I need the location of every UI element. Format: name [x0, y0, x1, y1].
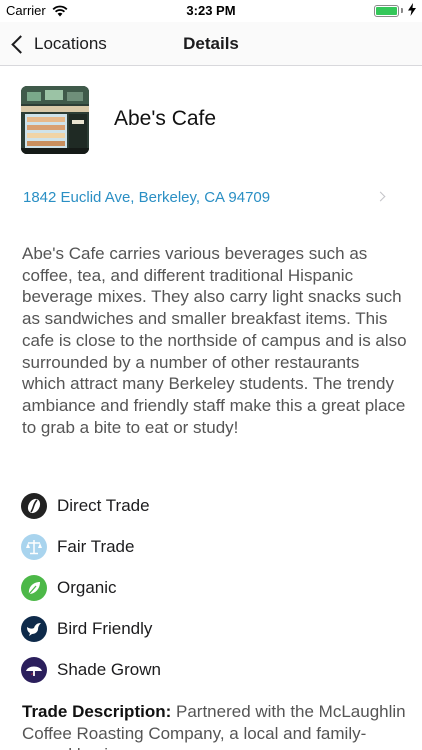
battery-icon: [374, 5, 399, 17]
chevron-right-icon: [375, 191, 386, 202]
certification-bird-friendly: Bird Friendly: [21, 608, 401, 649]
status-time: 3:23 PM: [186, 3, 236, 18]
certification-fair-trade: Fair Trade: [21, 526, 401, 567]
navigation-bar: Locations Details: [0, 22, 422, 66]
leaf-icon: [21, 574, 47, 601]
cafe-description: Abe's Cafe carries various beverages suc…: [22, 244, 407, 437]
certification-label: Organic: [57, 577, 117, 597]
cafe-name: Abe's Cafe: [114, 107, 217, 130]
cafe-photo: [21, 86, 89, 154]
certification-direct-trade: Direct Trade: [21, 485, 401, 526]
certification-list: Direct Trade Fair Trade Organic Bird Fri…: [21, 485, 401, 690]
address-link[interactable]: 1842 Euclid Ave, Berkeley, CA 94709: [23, 189, 270, 206]
certification-label: Fair Trade: [57, 536, 135, 556]
trade-description: Trade Description: Partnered with the Mc…: [22, 701, 407, 750]
scales-icon: [21, 533, 47, 560]
certification-label: Shade Grown: [57, 659, 161, 679]
charging-icon: [408, 3, 416, 19]
page-title: Details: [183, 34, 239, 53]
certification-label: Bird Friendly: [57, 618, 153, 638]
address-row[interactable]: 1842 Euclid Ave, Berkeley, CA 94709: [0, 178, 422, 218]
battery-cap: [401, 8, 403, 13]
certification-organic: Organic: [21, 567, 401, 608]
bird-icon: [21, 615, 47, 642]
certification-shade-grown: Shade Grown: [21, 649, 401, 690]
trade-description-label: Trade Description:: [22, 702, 172, 721]
certification-label: Direct Trade: [57, 495, 150, 515]
coffee-bean-icon: [21, 492, 47, 519]
status-bar: Carrier 3:23 PM: [0, 0, 422, 22]
shade-tree-icon: [21, 656, 47, 683]
